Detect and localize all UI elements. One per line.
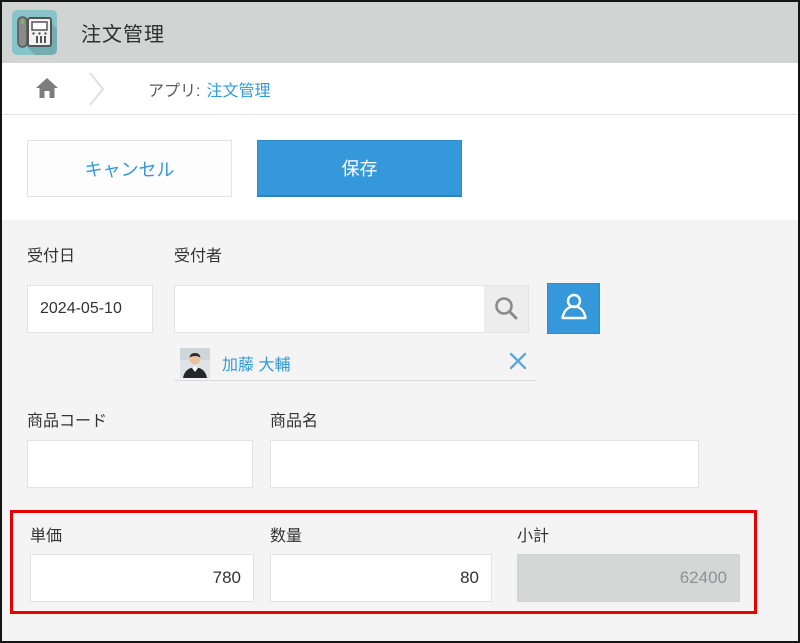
receptionist-search — [174, 285, 529, 333]
unit-price-input[interactable] — [30, 554, 254, 602]
close-icon — [507, 350, 529, 375]
record-form: 受付日 受付者 — [2, 220, 798, 641]
home-icon[interactable] — [35, 77, 59, 104]
search-button[interactable] — [484, 286, 528, 332]
phone-icon — [12, 10, 57, 55]
order-management-page: 注文管理 アプリ: 注文管理 キャンセル 保存 受付日 受付者 — [0, 0, 800, 643]
subtotal-label: 小計 — [517, 522, 549, 546]
person-icon — [557, 290, 591, 327]
toolbar: キャンセル 保存 — [2, 115, 798, 221]
page-title: 注文管理 — [81, 2, 165, 63]
reception-date-input[interactable] — [27, 285, 153, 333]
quantity-label: 数量 — [270, 522, 302, 546]
breadcrumb-text: アプリ: 注文管理 — [148, 63, 270, 114]
product-name-label: 商品名 — [270, 407, 318, 431]
breadcrumb: アプリ: 注文管理 — [2, 63, 798, 115]
user-picker-button[interactable] — [547, 283, 600, 334]
magnifier-icon — [493, 295, 519, 324]
chevron-right-icon — [88, 71, 106, 112]
selected-user-link[interactable]: 加藤 大輔 — [222, 351, 290, 375]
cancel-button[interactable]: キャンセル — [27, 140, 232, 197]
product-code-label: 商品コード — [27, 407, 107, 431]
subtotal-field — [517, 554, 740, 602]
product-code-input[interactable] — [27, 440, 253, 488]
quantity-input[interactable] — [270, 554, 492, 602]
unit-price-label: 単価 — [30, 522, 62, 546]
receptionist-search-input[interactable] — [175, 286, 484, 332]
breadcrumb-app-link[interactable]: 注文管理 — [206, 77, 270, 101]
product-name-input[interactable] — [270, 440, 699, 488]
selected-user-row: 加藤 大輔 — [174, 345, 537, 381]
reception-date-label: 受付日 — [27, 242, 75, 266]
avatar — [180, 348, 210, 378]
breadcrumb-prefix: アプリ: — [148, 77, 200, 101]
receptionist-label: 受付者 — [174, 242, 222, 266]
app-header: 注文管理 — [2, 2, 798, 63]
remove-user-button[interactable] — [505, 348, 531, 377]
save-button[interactable]: 保存 — [257, 140, 462, 197]
